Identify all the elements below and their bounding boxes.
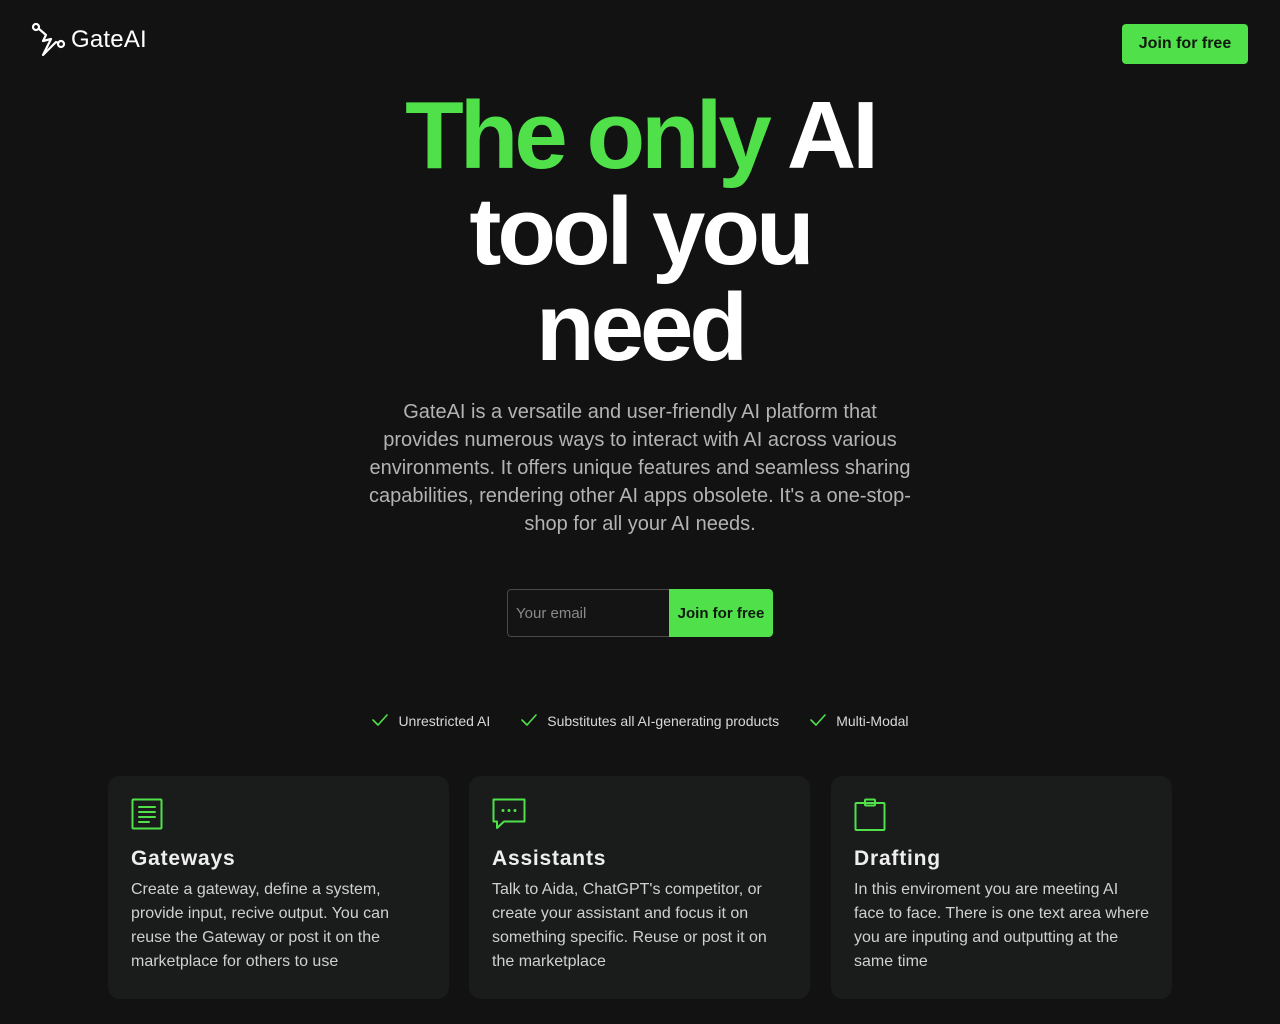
signup-form: Join for free <box>507 589 773 637</box>
card-title: Assistants <box>492 847 607 870</box>
check-icon <box>520 713 538 730</box>
chat-bubble-icon <box>492 798 787 832</box>
feature-item: Unrestricted AI <box>371 708 490 734</box>
hero-title-line-3: need <box>535 274 748 381</box>
signup-join-button[interactable]: Join for free <box>669 589 773 637</box>
path-nodes-icon <box>31 22 69 58</box>
clipboard-icon <box>854 798 1149 832</box>
card-assistants[interactable]: Assistants Talk to Aida, ChatGPT's compe… <box>469 776 810 999</box>
card-gateways[interactable]: Gateways Create a gateway, define a syst… <box>108 776 449 999</box>
feature-label: Multi-Modal <box>836 713 909 729</box>
card-drafting[interactable]: Drafting In this enviroment you are meet… <box>831 776 1172 999</box>
feature-label: Substitutes all AI-generating products <box>547 713 780 729</box>
hero-title-line-2: tool you <box>469 178 814 285</box>
hero-title: The only AI tool you need <box>0 88 1280 376</box>
feature-list: Unrestricted AI Substitutes all AI-gener… <box>0 708 1280 734</box>
feature-item: Substitutes all AI-generating products <box>520 708 779 734</box>
check-icon <box>809 713 827 730</box>
hero-title-highlight: The only <box>405 82 772 189</box>
feature-item: Multi-Modal <box>809 708 909 734</box>
card-body: In this enviroment you are meeting AI fa… <box>854 881 1149 970</box>
hero-title-line-1: The only AI <box>0 88 1280 184</box>
card-body: Create a gateway, define a system, provi… <box>131 881 389 970</box>
check-icon <box>371 713 389 730</box>
landing-page: GateAI Join for free The only AI tool yo… <box>0 0 1280 1024</box>
feature-label: Unrestricted AI <box>398 713 491 729</box>
email-input[interactable] <box>507 589 669 637</box>
header-join-button[interactable]: Join for free <box>1122 24 1248 64</box>
card-title: Gateways <box>131 847 236 870</box>
card-body: Talk to Aida, ChatGPT's competitor, or c… <box>492 881 767 970</box>
hero-description: GateAI is a versatile and user-friendly … <box>369 401 911 535</box>
logo[interactable]: GateAI <box>31 22 147 58</box>
logo-text: GateAI <box>71 26 147 53</box>
document-list-icon <box>131 798 426 832</box>
hero-title-part-1: AI <box>786 82 879 189</box>
card-title: Drafting <box>854 847 941 870</box>
